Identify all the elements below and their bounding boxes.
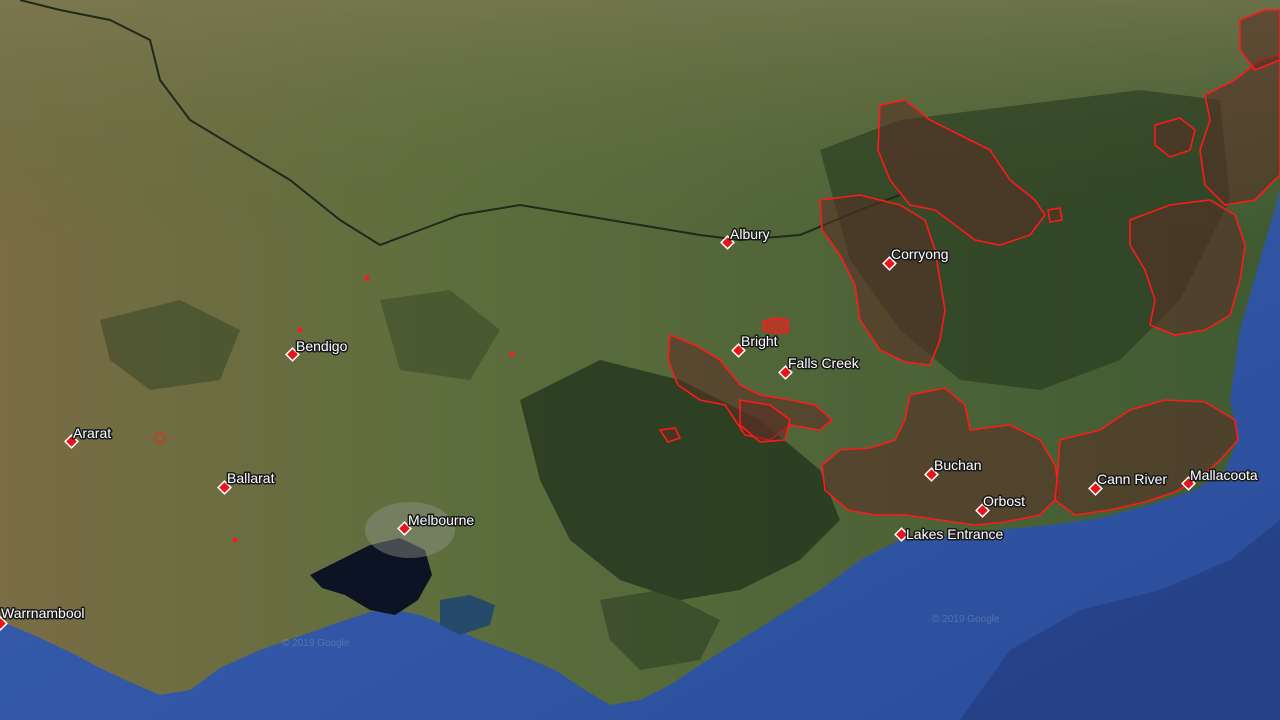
burn-area [762, 317, 789, 334]
town-label: Ballarat [227, 470, 275, 486]
place-lakes-entrance[interactable]: Lakes Entrance [894, 525, 1005, 544]
town-label: Bendigo [296, 338, 348, 354]
map-watermark: © 2019 Google [282, 638, 350, 649]
satellite-map[interactable]: © 2019 Google © 2019 Google Albury Corry… [0, 0, 1280, 720]
town-label: Cann River [1097, 471, 1167, 487]
town-label: Albury [730, 226, 770, 242]
burn-spot [297, 327, 303, 333]
map-watermark: © 2019 Google [932, 614, 1000, 625]
burn-spot [364, 275, 370, 281]
town-label: Warrnambool [1, 605, 85, 621]
town-label: Bright [741, 333, 778, 349]
burn-area [1047, 207, 1063, 223]
burn-spot [232, 537, 238, 543]
town-label: Ararat [73, 425, 111, 441]
town-label: Melbourne [408, 512, 474, 528]
town-label: Falls Creek [788, 355, 860, 371]
burn-spot [509, 351, 515, 357]
town-label: Corryong [891, 246, 949, 262]
town-label: Lakes Entrance [906, 526, 1003, 542]
town-label: Buchan [934, 457, 981, 473]
town-label: Orbost [983, 493, 1025, 509]
town-label: Mallacoota [1190, 467, 1258, 483]
